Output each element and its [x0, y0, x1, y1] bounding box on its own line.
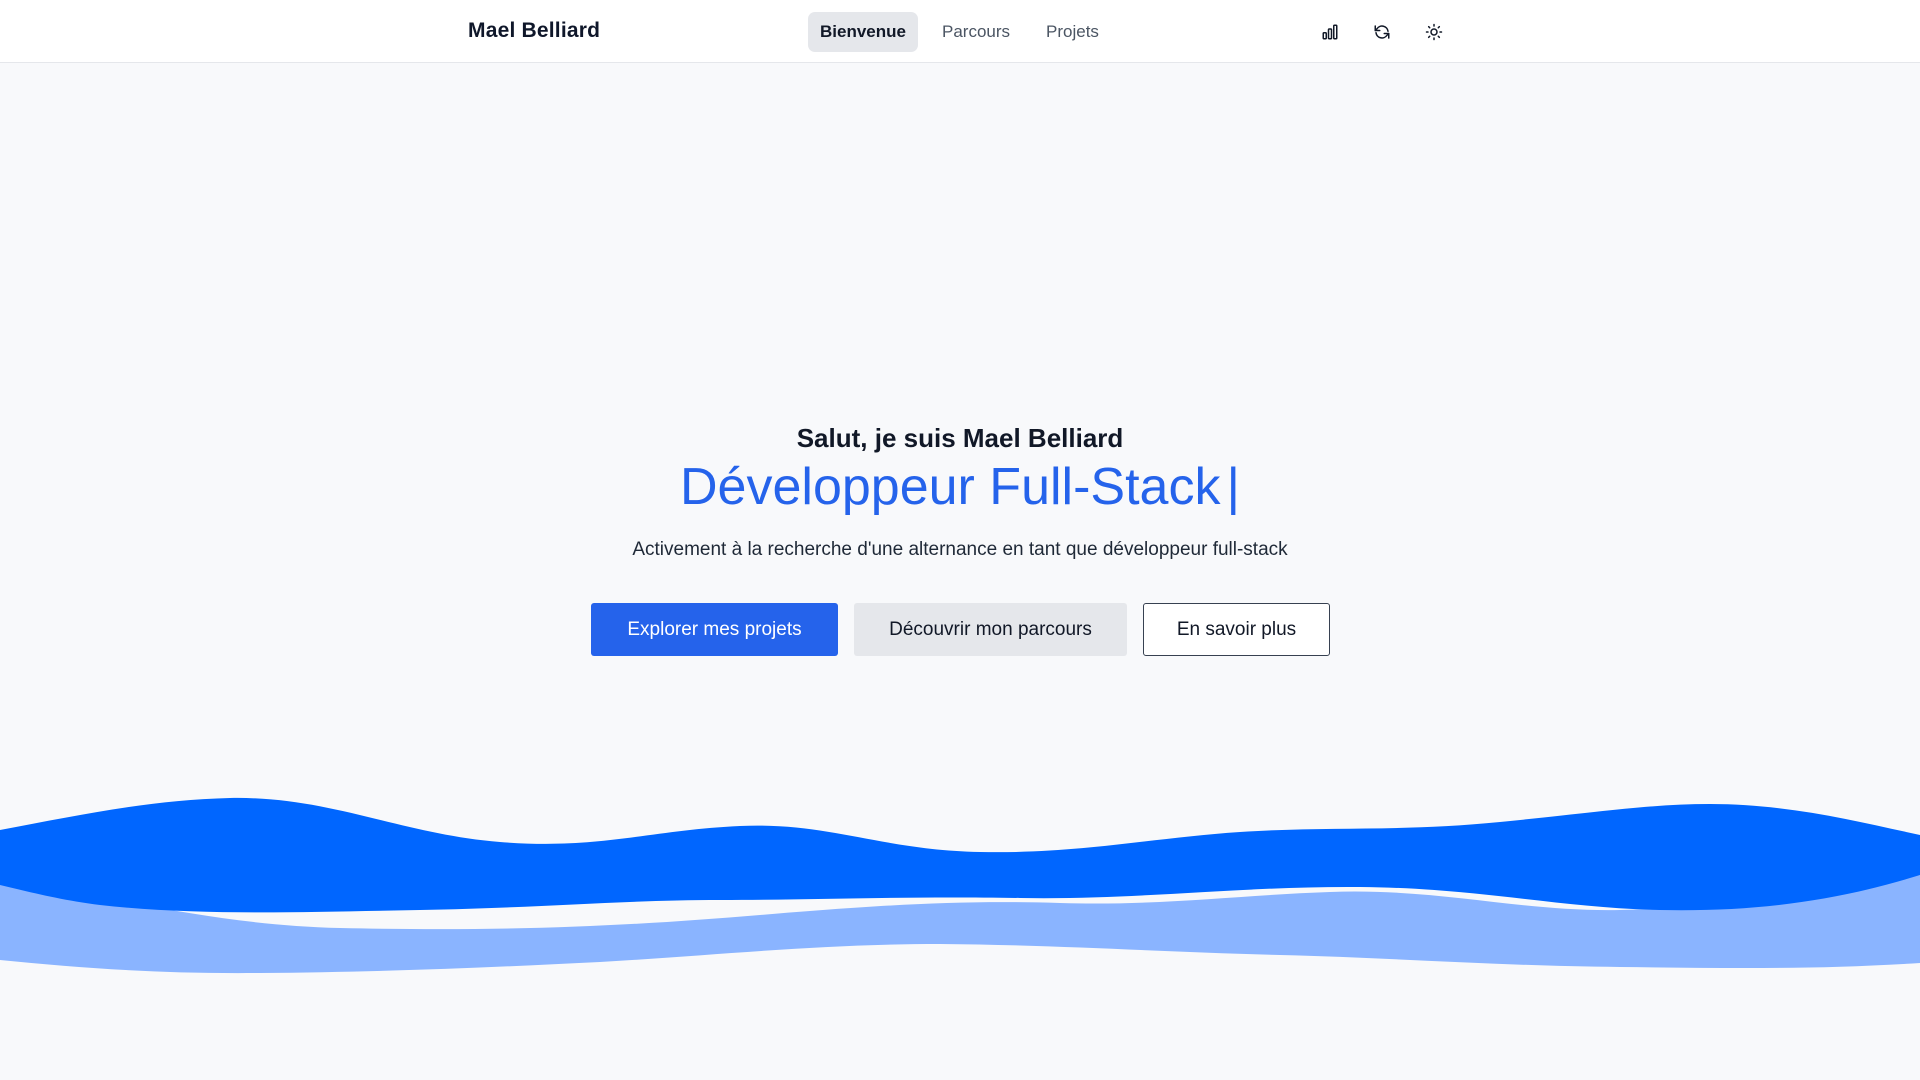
stats-button[interactable]	[1310, 12, 1350, 52]
decorative-waves	[0, 797, 1920, 974]
brand-name[interactable]: Mael Belliard	[468, 19, 600, 43]
bar-chart-icon	[1322, 24, 1338, 40]
theme-toggle-button[interactable]	[1414, 12, 1454, 52]
main-nav: Bienvenue Parcours Projets	[808, 12, 1111, 52]
typing-cursor: |	[1226, 458, 1240, 516]
discover-journey-button[interactable]: Découvrir mon parcours	[854, 603, 1127, 656]
hero-subtitle: Activement à la recherche d'une alternan…	[632, 539, 1288, 560]
hero-greeting: Salut, je suis Mael Belliard	[796, 423, 1124, 453]
navbar: Mael Belliard Bienvenue Parcours Projets	[0, 0, 1920, 63]
cta-buttons: Explorer mes projets Découvrir mon parco…	[591, 603, 1330, 656]
nav-link-bienvenue[interactable]: Bienvenue	[808, 12, 918, 52]
learn-more-button[interactable]: En savoir plus	[1143, 603, 1330, 656]
nav-link-parcours[interactable]: Parcours	[930, 12, 1022, 52]
nav-icon-group	[1310, 12, 1454, 52]
nav-link-projets[interactable]: Projets	[1034, 12, 1111, 52]
refresh-icon	[1374, 25, 1390, 39]
hero-section: Salut, je suis Mael Belliard Développeur…	[0, 420, 1920, 564]
refresh-button[interactable]	[1362, 12, 1402, 52]
role-text: Développeur Full-Stack	[680, 458, 1221, 516]
explore-projects-button[interactable]: Explorer mes projets	[591, 603, 838, 656]
wave-front	[0, 797, 1920, 913]
sun-icon	[1425, 23, 1443, 41]
hero-role: Développeur Full-Stack |	[0, 456, 1920, 518]
